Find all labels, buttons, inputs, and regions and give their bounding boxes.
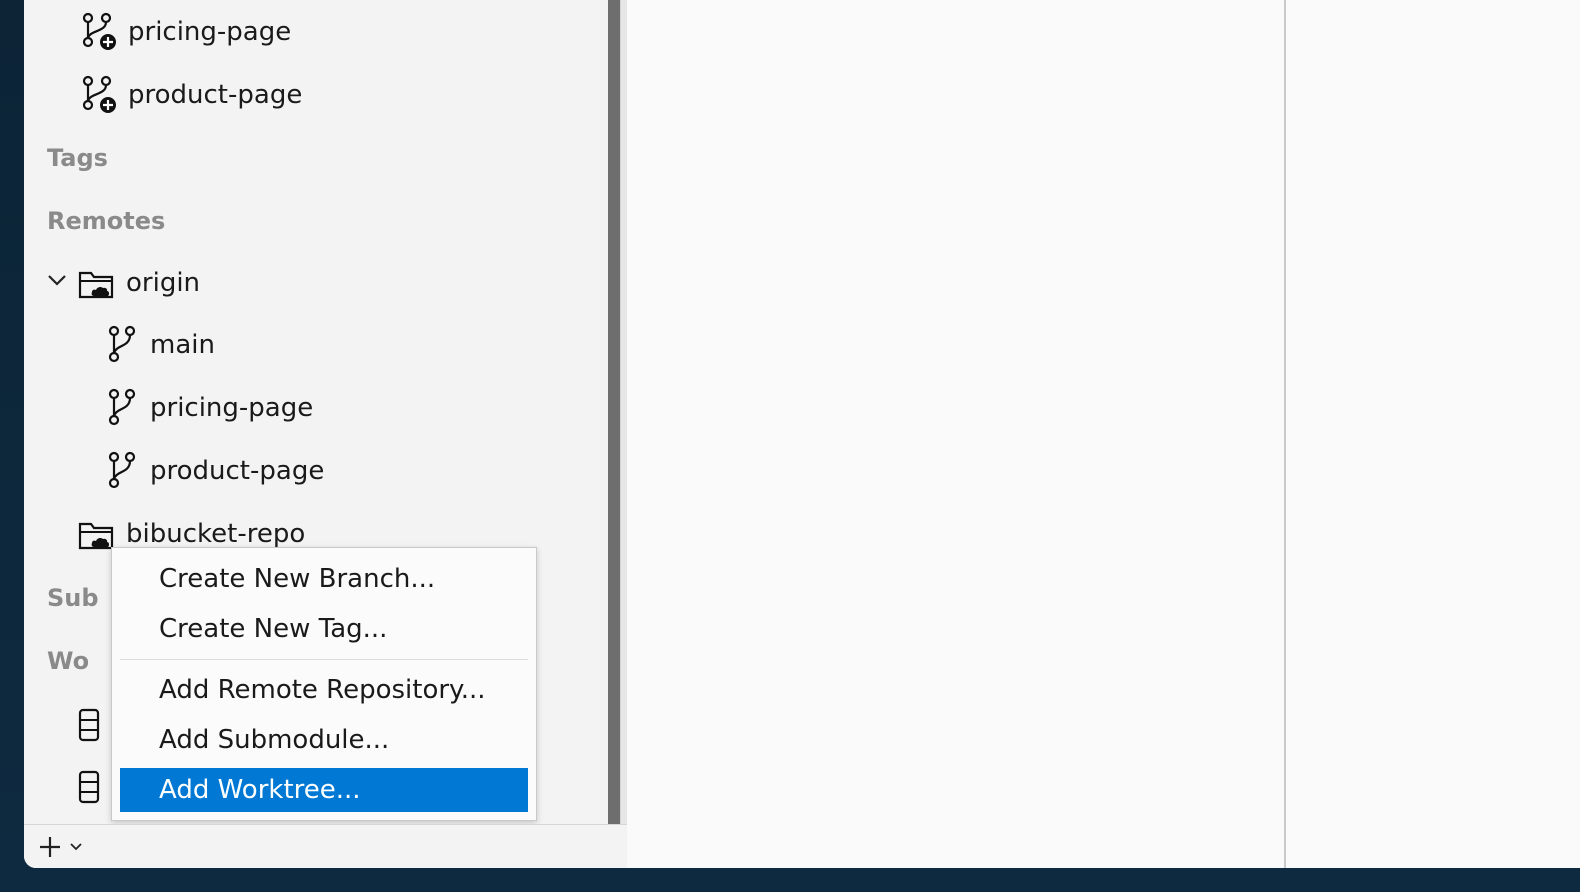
chevron-down-icon[interactable] bbox=[46, 267, 68, 293]
branch-label: pricing-page bbox=[150, 393, 314, 423]
sidebar-branch-product-page[interactable]: product-page bbox=[80, 71, 302, 119]
section-worktrees[interactable]: Wo bbox=[47, 647, 89, 675]
branch-icon bbox=[102, 325, 140, 365]
menu-item-add-submodule[interactable]: Add Submodule... bbox=[120, 718, 528, 762]
section-submodules[interactable]: Sub bbox=[47, 584, 99, 612]
branch-icon bbox=[102, 388, 140, 428]
section-tags[interactable]: Tags bbox=[47, 144, 108, 172]
branch-icon bbox=[102, 451, 140, 491]
remote-branch-product-page[interactable]: product-page bbox=[102, 447, 324, 495]
context-menu: Create New Branch... Create New Tag... A… bbox=[111, 547, 537, 821]
screen: pricing-page product-page Tags Remotes o… bbox=[0, 0, 1580, 892]
sidebar-branch-pricing-page[interactable]: pricing-page bbox=[80, 8, 291, 56]
sidebar-divider[interactable] bbox=[620, 0, 627, 868]
remote-origin[interactable]: origin bbox=[78, 259, 200, 307]
section-remotes[interactable]: Remotes bbox=[47, 207, 165, 235]
branch-label: main bbox=[150, 330, 215, 360]
menu-item-create-new-tag[interactable]: Create New Tag... bbox=[120, 607, 528, 651]
app-window: pricing-page product-page Tags Remotes o… bbox=[24, 0, 1580, 868]
menu-item-create-new-branch[interactable]: Create New Branch... bbox=[120, 557, 528, 601]
branch-label: pricing-page bbox=[128, 17, 292, 47]
remote-label: origin bbox=[126, 268, 201, 298]
branch-label: product-page bbox=[150, 456, 325, 486]
branch-label: product-page bbox=[128, 80, 303, 110]
remote-label: bibucket-repo bbox=[126, 519, 306, 549]
chevron-down-icon[interactable] bbox=[68, 839, 84, 855]
menu-separator bbox=[120, 659, 528, 660]
plus-icon[interactable] bbox=[38, 835, 62, 859]
main-pane-divider[interactable] bbox=[1284, 0, 1286, 868]
cloud-folder-icon bbox=[78, 263, 116, 303]
sidebar: pricing-page product-page Tags Remotes o… bbox=[24, 0, 608, 824]
menu-item-add-remote-repository[interactable]: Add Remote Repository... bbox=[120, 668, 528, 712]
branch-add-icon bbox=[80, 75, 118, 115]
remote-branch-main[interactable]: main bbox=[102, 321, 215, 369]
remote-branch-pricing-page[interactable]: pricing-page bbox=[102, 384, 313, 432]
menu-item-add-worktree[interactable]: Add Worktree... bbox=[120, 768, 528, 812]
sidebar-bottom-bar bbox=[24, 824, 627, 868]
sidebar-scrollbar[interactable] bbox=[608, 0, 620, 824]
branch-add-icon bbox=[80, 12, 118, 52]
